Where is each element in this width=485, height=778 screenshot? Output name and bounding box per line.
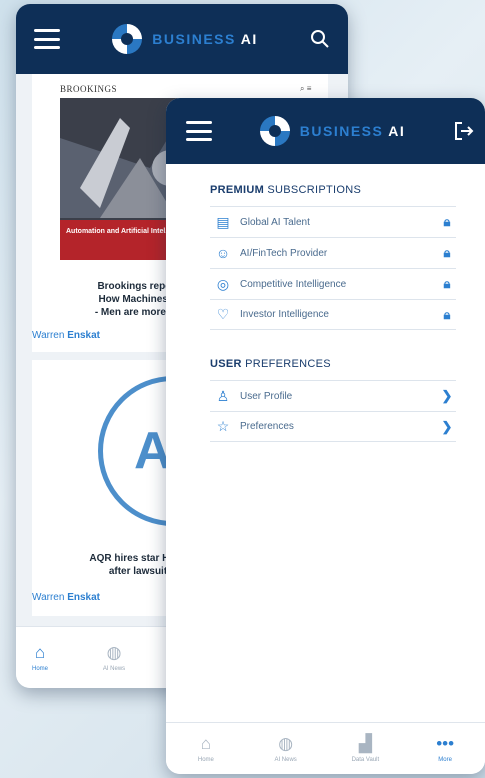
tab-data-vault[interactable]: ▟ Data Vault xyxy=(326,723,406,774)
star-icon: ☆ xyxy=(216,418,230,434)
menu-item-investor-intelligence[interactable]: ♡ Investor Intelligence 🔒︎ xyxy=(210,299,456,330)
menu-item-fintech-provider[interactable]: ☺ AI/FinTech Provider 🔒︎ xyxy=(210,237,456,268)
globe-icon: ◍ xyxy=(278,734,294,753)
target-icon: ◎ xyxy=(216,275,230,292)
menu-item-preferences[interactable]: ☆ Preferences ❯ xyxy=(210,411,456,442)
premium-list: ▤ Global AI Talent 🔒︎ ☺ AI/FinTech Provi… xyxy=(210,206,456,330)
menu-item-competitive-intelligence[interactable]: ◎ Competitive Intelligence 🔒︎ xyxy=(210,268,456,299)
preferences-list: ♙ User Profile ❯ ☆ Preferences ❯ xyxy=(210,380,456,442)
lock-icon: 🔒︎ xyxy=(443,214,451,229)
logo-icon xyxy=(112,24,143,54)
logout-icon[interactable] xyxy=(453,120,475,142)
brand-logo: BUSINESS AI xyxy=(259,116,406,146)
hamburger-menu-icon[interactable] xyxy=(186,121,212,141)
image-caption: Automation and Artificial Intel... xyxy=(66,228,172,235)
premium-section-title: PREMIUM SUBSCRIPTIONS xyxy=(210,184,362,196)
brand-part1: BUSINESS xyxy=(152,31,236,47)
logo-icon xyxy=(259,116,290,146)
chevron-right-icon: ❯ xyxy=(441,418,453,434)
brand-part1: BUSINESS xyxy=(299,123,384,139)
preferences-section-title: USER PREFERENCES xyxy=(210,358,331,370)
app-header: BUSINESS AI xyxy=(166,98,485,164)
talent-icon: ▤ xyxy=(216,213,230,230)
tab-home[interactable]: ⌂ Home xyxy=(166,723,246,774)
lock-icon: 🔒︎ xyxy=(443,306,451,322)
tab-ai-news[interactable]: ◍ AI News xyxy=(246,723,326,774)
home-icon: ⌂ xyxy=(34,643,46,662)
user-icon: ♙ xyxy=(216,387,230,404)
hamburger-menu-icon[interactable] xyxy=(34,29,60,49)
tab-ai-news[interactable]: ◍ AI News xyxy=(64,627,164,688)
tab-more[interactable]: ••• More xyxy=(405,723,485,774)
chart-icon: ▟ xyxy=(358,734,372,753)
menu-item-user-profile[interactable]: ♙ User Profile ❯ xyxy=(210,380,456,411)
chevron-right-icon: ❯ xyxy=(441,388,453,403)
home-icon: ⌂ xyxy=(200,734,212,753)
source-menu-icon: ⌕ ≡ xyxy=(300,84,312,93)
tab-home[interactable]: ⌂ Home xyxy=(16,627,64,688)
search-icon[interactable] xyxy=(310,29,330,49)
app-header: BUSINESS AI xyxy=(16,4,348,74)
menu-item-global-ai-talent[interactable]: ▤ Global AI Talent 🔒︎ xyxy=(210,206,456,237)
article-source: BROOKINGS xyxy=(60,84,118,94)
lock-icon: 🔒︎ xyxy=(443,276,451,291)
globe-icon: ◍ xyxy=(106,643,122,662)
brand-part2: AI xyxy=(240,31,258,47)
handshake-icon: ♡ xyxy=(216,306,230,322)
menu-phone-screen: BUSINESS AI PREMIUM SUBSCRIPTIONS ▤ Glob… xyxy=(166,98,485,774)
menu-content: PREMIUM SUBSCRIPTIONS ▤ Global AI Talent… xyxy=(210,184,456,442)
brand-logo: BUSINESS AI xyxy=(112,24,257,54)
lock-icon: 🔒︎ xyxy=(443,245,451,260)
more-icon: ••• xyxy=(436,734,455,753)
brand-part2: AI xyxy=(388,123,406,139)
article-author: Warren Enskat xyxy=(32,330,100,341)
bottom-tab-bar: ⌂ Home ◍ AI News ▟ Data Vault ••• More xyxy=(166,722,485,774)
provider-icon: ☺ xyxy=(215,245,231,261)
article-author: Warren Enskat xyxy=(32,592,100,603)
